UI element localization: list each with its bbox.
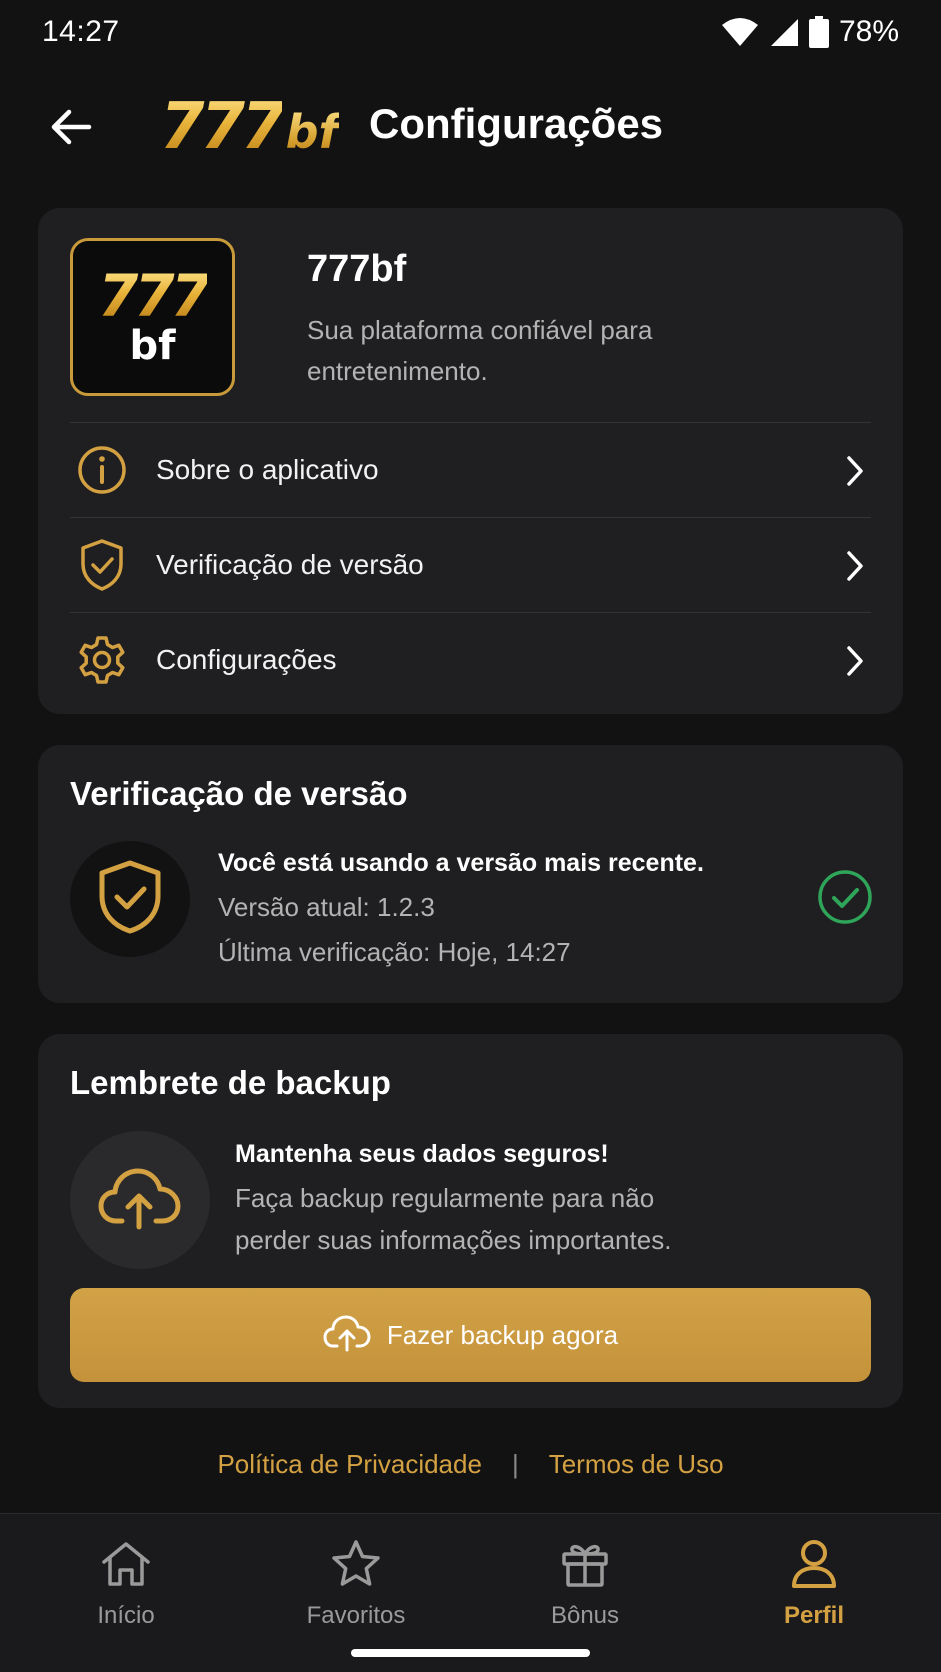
backup-cloud-badge (70, 1131, 210, 1269)
nav-item-home[interactable]: Início (41, 1536, 211, 1636)
nav-item-favorites[interactable]: Favoritos (271, 1536, 441, 1636)
brand-logo-suffix: bf (285, 105, 339, 159)
version-info: Você está usando a versão mais recente. … (218, 849, 704, 968)
home-icon (100, 1536, 152, 1592)
nav-label: Perfil (783, 1602, 845, 1629)
brand-logo: 777 bf (160, 90, 339, 164)
menu-item-about[interactable]: Sobre o aplicativo (70, 422, 871, 517)
app-icon: 777 bf (70, 238, 235, 396)
app-icon-suffix: bf (129, 323, 176, 369)
app-summary: 777 bf 777bf Sua plataforma confiável pa… (70, 238, 871, 396)
backup-now-button[interactable]: Fazer backup agora (70, 1288, 871, 1382)
backup-card-title: Lembrete de backup (70, 1064, 391, 1101)
gift-icon (560, 1536, 610, 1592)
menu-item-label: Sobre o aplicativo (156, 454, 379, 485)
footer-separator: | (511, 1448, 519, 1479)
version-status: Você está usando a versão mais recente. (218, 849, 704, 877)
settings-menu: Sobre o aplicativo Verificação de versão (70, 422, 871, 707)
battery-icon (808, 16, 829, 48)
chevron-right-icon (845, 455, 865, 492)
cloud-upload-icon (323, 1314, 371, 1357)
brand-logo-digits: 777 (160, 90, 286, 164)
app-header: 777 bf Configurações (0, 80, 941, 176)
version-shield-badge (70, 841, 190, 957)
wifi-icon (721, 17, 759, 47)
page-title: Configurações (369, 100, 664, 147)
check-circle-icon (817, 869, 873, 930)
app-info-card: 777 bf 777bf Sua plataforma confiável pa… (38, 208, 903, 714)
back-button[interactable] (44, 102, 98, 156)
gear-icon (72, 630, 132, 690)
arrow-left-icon (49, 107, 93, 152)
privacy-policy-link[interactable]: Política de Privacidade (217, 1449, 481, 1480)
backup-description: Faça backup regularmente para não perder… (235, 1183, 672, 1255)
backup-button-label: Fazer backup agora (386, 1319, 619, 1350)
nav-item-profile[interactable]: Perfil (729, 1536, 899, 1636)
signal-icon (769, 17, 799, 47)
backup-headline: Mantenha seus dados seguros! (235, 1140, 609, 1168)
cloud-upload-icon (98, 1165, 182, 1236)
home-indicator[interactable] (351, 1649, 590, 1657)
star-icon (330, 1536, 382, 1592)
backup-card: Lembrete de backup Mantenha seus dados s… (38, 1034, 903, 1408)
nav-label: Bônus (550, 1602, 620, 1629)
terms-of-use-link[interactable]: Termos de Uso (549, 1449, 724, 1480)
menu-item-settings[interactable]: Configurações (70, 612, 871, 707)
status-bar: 14:27 78% (0, 0, 941, 64)
app-description: Sua plataforma confiável para entretenim… (307, 315, 653, 386)
menu-item-version-check[interactable]: Verificação de versão (70, 517, 871, 612)
menu-item-label: Verificação de versão (156, 549, 424, 580)
last-check: Última verificação: Hoje, 14:27 (218, 937, 571, 967)
menu-item-label: Configurações (156, 644, 337, 675)
nav-item-bonus[interactable]: Bônus (500, 1536, 670, 1636)
version-card: Verificação de versão Você está usando a… (38, 745, 903, 1003)
shield-check-icon (96, 859, 164, 940)
current-version: Versão atual: 1.2.3 (218, 892, 435, 922)
user-icon (789, 1536, 839, 1592)
footer-links: Política de Privacidade | Termos de Uso (0, 1440, 941, 1488)
nav-label: Início (97, 1602, 155, 1629)
app-name: 777bf (307, 248, 407, 290)
info-icon (72, 440, 132, 500)
shield-check-icon (72, 535, 132, 595)
battery-level: 78% (838, 15, 899, 48)
app-icon-digits: 777 (97, 262, 211, 330)
version-card-title: Verificação de versão (70, 775, 408, 812)
nav-label: Favoritos (306, 1602, 406, 1629)
chevron-right-icon (845, 550, 865, 587)
chevron-right-icon (845, 645, 865, 682)
status-icons: 78% (721, 15, 899, 49)
backup-info: Mantenha seus dados seguros! Faça backup… (235, 1140, 715, 1261)
status-time: 14:27 (42, 15, 120, 48)
